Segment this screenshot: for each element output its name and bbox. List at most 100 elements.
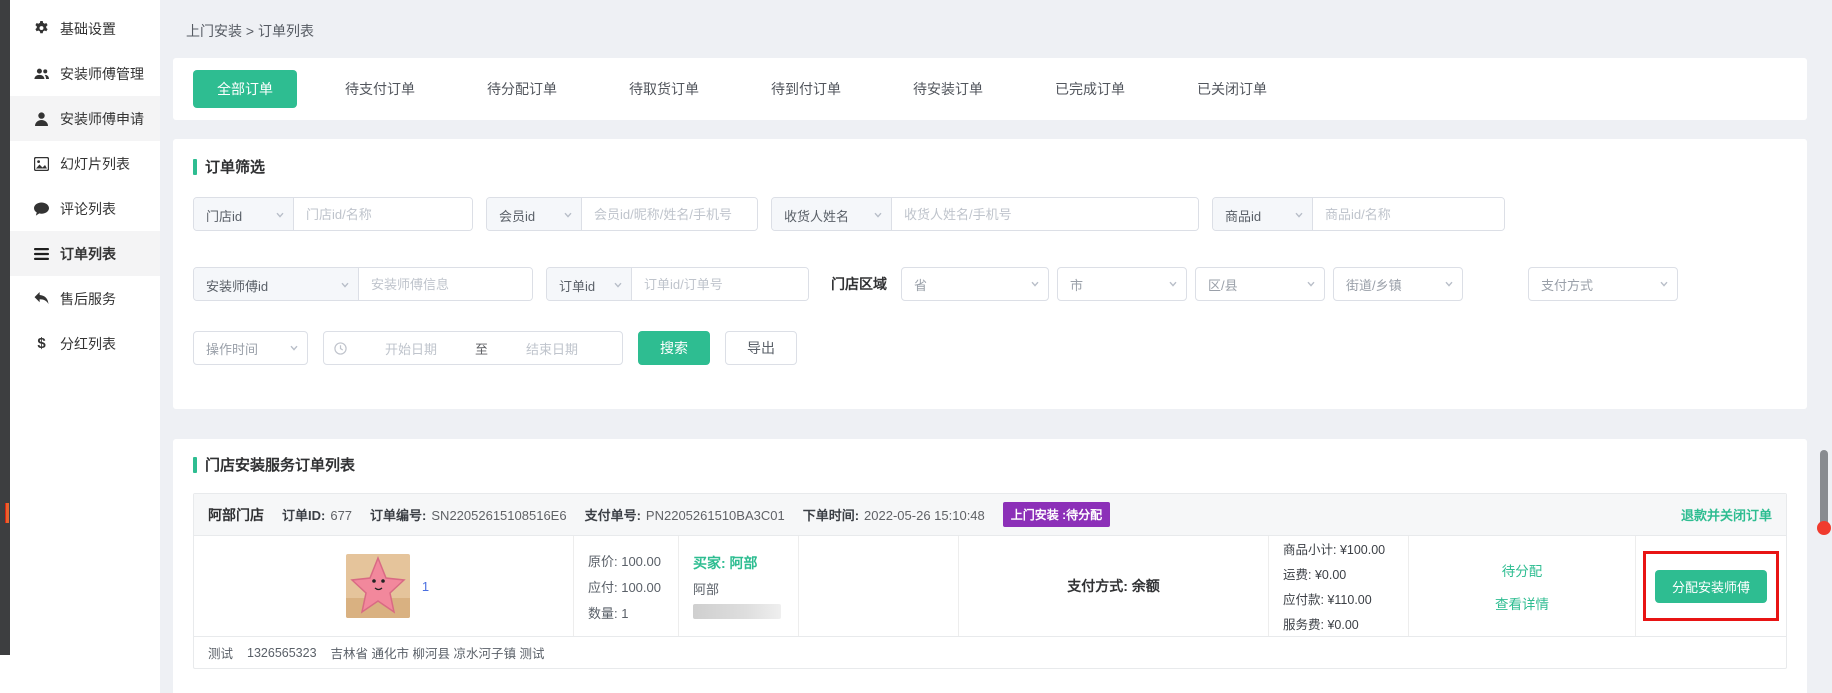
order-address-row: 测试 1326565323 吉林省 通化市 柳河县 凉水河子镇 测试 <box>194 636 1786 668</box>
product-image[interactable] <box>346 554 410 618</box>
chevron-down-icon <box>1294 210 1304 220</box>
order-id-filter-group: 订单id <box>546 267 809 301</box>
action-cell: 分配安装师傅 <box>1636 536 1786 636</box>
main-area: 上门安装 > 订单列表 全部订单 待支付订单 待分配订单 待取货订单 待到付订单… <box>160 0 1832 693</box>
receiver-phone: 1326565323 <box>247 646 317 660</box>
amount-summary-cell: 商品小计: ¥100.00 运费: ¥0.00 应付款: ¥110.00 服务费… <box>1269 536 1409 636</box>
chevron-down-icon <box>1306 279 1316 289</box>
original-price: 原价: 100.00 <box>588 551 678 570</box>
receiver-filter-group: 收货人姓名 <box>771 197 1199 231</box>
dollar-icon: $ <box>34 335 49 352</box>
gear-icon <box>34 21 49 36</box>
filter-row-2: 安装师傅id 订单id 门店区域 省 <box>193 267 1787 301</box>
district-select[interactable]: 区/县 <box>1195 267 1325 301</box>
store-id-select[interactable]: 门店id <box>194 198 294 231</box>
order-search-input[interactable] <box>632 268 808 300</box>
date-range-picker[interactable]: 开始日期 至 结束日期 <box>323 331 623 365</box>
status-cell: 待分配 查看详情 <box>1409 536 1636 636</box>
sidebar-item-installer-apply[interactable]: 安装师傅申请 <box>10 96 160 141</box>
product-id-select[interactable]: 商品id <box>1213 198 1313 231</box>
member-search-input[interactable] <box>582 198 757 230</box>
scrollbar-thumb[interactable] <box>1820 450 1828 528</box>
sidebar-item-label: 订单列表 <box>60 244 116 264</box>
region-label: 门店区域 <box>831 274 887 294</box>
payable-line: 应付款: ¥110.00 <box>1283 589 1408 608</box>
order-id: 订单ID:677 <box>282 505 352 524</box>
title-bar-decoration <box>193 159 197 175</box>
refund-close-link[interactable]: 退款并关闭订单 <box>1681 505 1772 524</box>
member-id-select[interactable]: 会员id <box>487 198 582 231</box>
order-body: 1 原价: 100.00 应付: 100.00 数量: 1 买家: 阿部 阿部 … <box>194 536 1786 636</box>
receiver-name-select[interactable]: 收货人姓名 <box>772 198 892 231</box>
sidebar-item-orders[interactable]: 订单列表 <box>10 231 160 276</box>
clock-icon <box>334 342 347 355</box>
payable-price: 应付: 100.00 <box>588 577 678 596</box>
chevron-down-icon <box>289 343 299 353</box>
tab-pending-pickup[interactable]: 待取货订单 <box>605 70 723 108</box>
tab-pending-install[interactable]: 待安装订单 <box>889 70 1007 108</box>
pay-method-select[interactable]: 支付方式 <box>1528 267 1678 301</box>
tab-pending-cod[interactable]: 待到付订单 <box>747 70 865 108</box>
product-search-input[interactable] <box>1313 198 1504 230</box>
store-search-input[interactable] <box>294 198 472 230</box>
chevron-down-icon <box>613 280 623 290</box>
store-name: 阿部门店 <box>208 505 264 525</box>
sidebar-item-label: 评论列表 <box>60 199 116 219</box>
order-id-select[interactable]: 订单id <box>547 268 632 301</box>
order-list-panel: 门店安装服务订单列表 阿部门店 订单ID:677 订单编号:SN22052615… <box>173 439 1807 693</box>
order-tabs: 全部订单 待支付订单 待分配订单 待取货订单 待到付订单 待安装订单 已完成订单… <box>173 58 1807 120</box>
scrollbar <box>1819 0 1829 693</box>
sidebar: 基础设置 安装师傅管理 安装师傅申请 幻灯片列表 评论列表 订单列表 售后服务 … <box>10 0 160 693</box>
product-quantity: 1 <box>422 579 429 594</box>
sidebar-item-dividends[interactable]: $ 分红列表 <box>10 321 160 366</box>
chevron-down-icon <box>1659 279 1669 289</box>
search-button[interactable]: 搜索 <box>638 331 710 365</box>
sidebar-item-basic-settings[interactable]: 基础设置 <box>10 6 160 51</box>
order-sn: 订单编号:SN22052615108516E6 <box>370 505 567 524</box>
export-button[interactable]: 导出 <box>725 331 797 365</box>
tab-pending-assign[interactable]: 待分配订单 <box>463 70 581 108</box>
installer-id-select[interactable]: 安装师傅id <box>194 268 359 301</box>
city-select[interactable]: 市 <box>1057 267 1187 301</box>
member-filter-group: 会员id <box>486 197 758 231</box>
tab-all-orders[interactable]: 全部订单 <box>193 70 297 108</box>
empty-cell <box>799 536 959 636</box>
store-filter-group: 门店id <box>193 197 473 231</box>
reply-icon <box>34 292 49 305</box>
installer-search-input[interactable] <box>359 268 532 300</box>
chevron-down-icon <box>1444 279 1454 289</box>
user-icon <box>34 112 49 126</box>
buyer-name: 阿部 <box>693 579 798 598</box>
order-status: 待分配 <box>1502 560 1543 580</box>
street-select[interactable]: 街道/乡镇 <box>1333 267 1463 301</box>
receiver-search-input[interactable] <box>892 198 1198 230</box>
sidebar-item-installer-management[interactable]: 安装师傅管理 <box>10 51 160 96</box>
tab-closed[interactable]: 已关闭订单 <box>1173 70 1291 108</box>
view-detail-link[interactable]: 查看详情 <box>1495 593 1549 613</box>
sidebar-item-after-sales[interactable]: 售后服务 <box>10 276 160 321</box>
sidebar-item-label: 幻灯片列表 <box>60 154 130 174</box>
sidebar-item-slides[interactable]: 幻灯片列表 <box>10 141 160 186</box>
operate-time-select[interactable]: 操作时间 <box>193 331 308 365</box>
assign-installer-button[interactable]: 分配安装师傅 <box>1655 570 1767 603</box>
tab-pending-payment[interactable]: 待支付订单 <box>321 70 439 108</box>
red-dot-marker <box>1817 521 1831 535</box>
list-icon <box>34 248 49 260</box>
tab-completed[interactable]: 已完成订单 <box>1031 70 1149 108</box>
order-time: 下单时间:2022-05-26 15:10:48 <box>803 505 985 524</box>
sidebar-item-label: 基础设置 <box>60 19 116 39</box>
chevron-down-icon <box>873 210 883 220</box>
product-filter-group: 商品id <box>1212 197 1505 231</box>
date-range-separator: 至 <box>475 339 488 358</box>
product-cell: 1 <box>194 536 574 636</box>
receiver-name: 测试 <box>208 643 233 662</box>
buyer-cell: 买家: 阿部 阿部 <box>679 536 799 636</box>
redacted-phone <box>693 604 781 619</box>
sidebar-item-label: 分红列表 <box>60 334 116 354</box>
receiver-address: 吉林省 通化市 柳河县 凉水河子镇 测试 <box>331 643 545 662</box>
province-select[interactable]: 省 <box>901 267 1049 301</box>
service-fee-line: 服务费: ¥0.00 <box>1283 614 1408 633</box>
red-annotation-box: 分配安装师傅 <box>1643 551 1779 621</box>
edge-marker <box>5 503 9 523</box>
sidebar-item-comments[interactable]: 评论列表 <box>10 186 160 231</box>
